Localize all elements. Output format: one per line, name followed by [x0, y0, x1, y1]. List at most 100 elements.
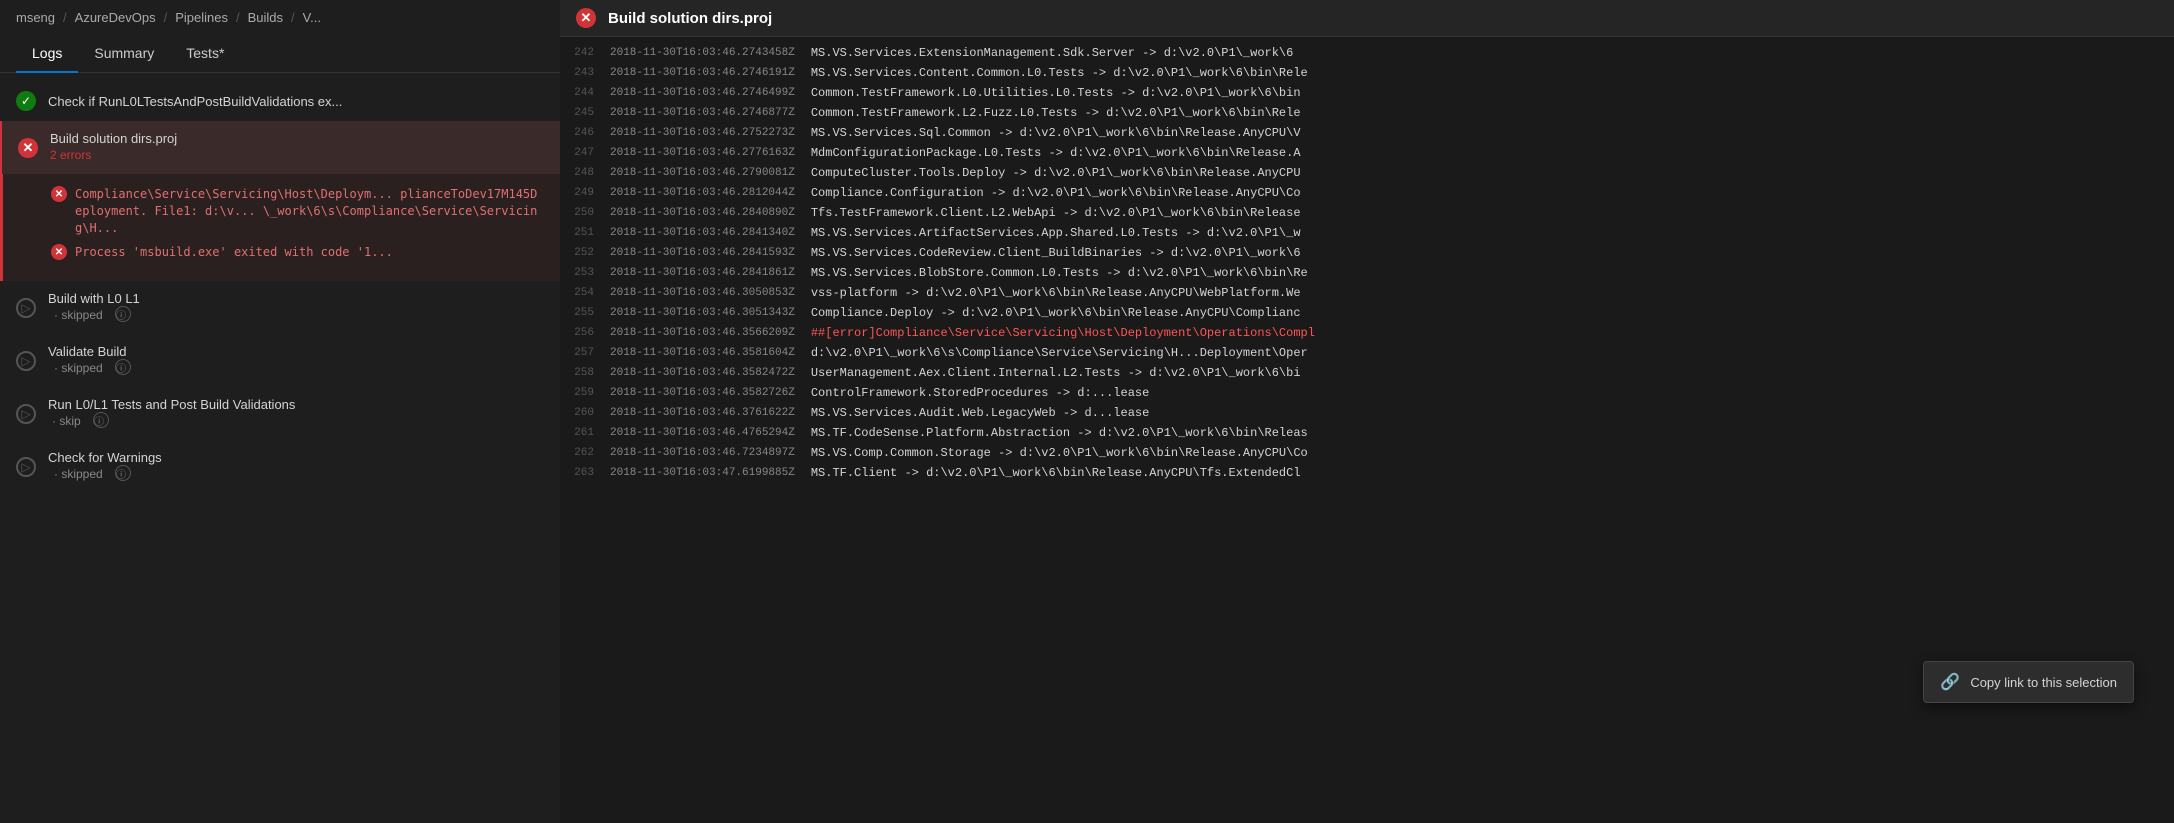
- log-row[interactable]: 2522018-11-30T16:03:46.2841593ZMS.VS.Ser…: [560, 245, 2174, 265]
- breadcrumb-mseng[interactable]: mseng: [16, 10, 55, 25]
- line-number: 244: [560, 86, 610, 99]
- log-text: UserManagement.Aex.Client.Internal.L2.Te…: [811, 366, 2174, 380]
- error-detail-2[interactable]: ✕ Process 'msbuild.exe' exited with code…: [51, 244, 544, 261]
- line-number: 263: [560, 466, 610, 479]
- log-content[interactable]: 2422018-11-30T16:03:46.2743458ZMS.VS.Ser…: [560, 37, 2174, 823]
- line-number: 257: [560, 346, 610, 359]
- line-number: 262: [560, 446, 610, 459]
- step-name: Build solution dirs.proj: [50, 131, 544, 146]
- log-row[interactable]: 2432018-11-30T16:03:46.2746191Z MS.VS.Ser…: [560, 65, 2174, 85]
- log-timestamp: 2018-11-30T16:03:47.6199885Z: [610, 466, 795, 479]
- log-row[interactable]: 2502018-11-30T16:03:46.2840890Z Tfs.TestF…: [560, 205, 2174, 225]
- log-timestamp: 2018-11-30T16:03:46.2746877Z: [610, 106, 795, 119]
- line-number: 250: [560, 206, 610, 219]
- copy-tooltip[interactable]: 🔗 Copy link to this selection: [1923, 661, 2134, 703]
- step-content: Check for Warnings · skipped ⓘ: [48, 450, 544, 483]
- step-error-count: 2 errors: [50, 148, 91, 162]
- step-check-warnings[interactable]: ▷ Check for Warnings · skipped ⓘ: [0, 440, 560, 493]
- log-text: MS.VS.Services.ExtensionManagement.Sdk.S…: [811, 46, 2174, 60]
- info-icon[interactable]: ⓘ: [115, 359, 131, 375]
- log-text: ControlFramework.StoredProcedures -> d:.…: [811, 386, 2174, 400]
- log-row[interactable]: 2422018-11-30T16:03:46.2743458ZMS.VS.Ser…: [560, 45, 2174, 65]
- left-panel: mseng / AzureDevOps / Pipelines / Builds…: [0, 0, 560, 823]
- step-run-l0[interactable]: ▷ Run L0/L1 Tests and Post Build Validat…: [0, 387, 560, 440]
- info-icon[interactable]: ⓘ: [115, 306, 131, 322]
- line-number: 247: [560, 146, 610, 159]
- line-number: 251: [560, 226, 610, 239]
- step-check-run[interactable]: ✓ Check if RunL0LTestsAndPostBuildValida…: [0, 81, 560, 121]
- info-icon[interactable]: ⓘ: [93, 412, 109, 428]
- breadcrumb-pipelines[interactable]: Pipelines: [175, 10, 228, 25]
- log-row[interactable]: 2622018-11-30T16:03:46.7234897ZMS.VS.Com…: [560, 445, 2174, 465]
- breadcrumb-builds[interactable]: Builds: [248, 10, 283, 25]
- info-icon[interactable]: ⓘ: [115, 465, 131, 481]
- log-timestamp: 2018-11-30T16:03:46.2776163Z: [610, 146, 795, 159]
- log-text: MS.VS.Services.BlobStore.Common.L0.Tests…: [811, 266, 2174, 280]
- log-row[interactable]: 2552018-11-30T16:03:46.3051343ZComplianc…: [560, 305, 2174, 325]
- log-text: Tfs.TestFramework.Client.L2.WebApi -> d:…: [811, 206, 2174, 220]
- breadcrumb-azuredevops[interactable]: AzureDevOps: [75, 10, 156, 25]
- log-row[interactable]: 2442018-11-30T16:03:46.2746499Z Common.Te…: [560, 85, 2174, 105]
- log-row[interactable]: 2572018-11-30T16:03:46.3581604Zd:\v2.0\P…: [560, 345, 2174, 365]
- log-text: MS.VS.Services.CodeReview.Client_BuildBi…: [811, 246, 2174, 260]
- log-timestamp: 2018-11-30T16:03:46.2746191Z: [610, 66, 795, 79]
- log-row[interactable]: 2532018-11-30T16:03:46.2841861ZMS.VS.Ser…: [560, 265, 2174, 285]
- log-row[interactable]: 2582018-11-30T16:03:46.3582472ZUserManag…: [560, 365, 2174, 385]
- tab-tests[interactable]: Tests*: [170, 35, 240, 73]
- tab-summary[interactable]: Summary: [78, 35, 170, 73]
- log-row[interactable]: 2632018-11-30T16:03:47.6199885ZMS.TF.Cli…: [560, 465, 2174, 485]
- breadcrumb-v[interactable]: V...: [303, 10, 321, 25]
- pipeline-steps: ✓ Check if RunL0LTestsAndPostBuildValida…: [0, 73, 560, 823]
- log-row[interactable]: 2472018-11-30T16:03:46.2776163ZMdmConfig…: [560, 145, 2174, 165]
- log-row[interactable]: 2462018-11-30T16:03:46.2752273ZMS.VS.Ser…: [560, 125, 2174, 145]
- log-text: Compliance.Configuration -> d:\v2.0\P1\_…: [811, 186, 2174, 200]
- line-number: 252: [560, 246, 610, 259]
- log-timestamp: 2018-11-30T16:03:46.2812044Z: [610, 186, 795, 199]
- step-name: Check if RunL0LTestsAndPostBuildValidati…: [48, 94, 544, 109]
- log-timestamp: 2018-11-30T16:03:46.3051343Z: [610, 306, 795, 319]
- line-number: 260: [560, 406, 610, 419]
- error-detail-1[interactable]: ✕ Compliance\Service\Servicing\Host\Depl…: [51, 186, 544, 236]
- log-row[interactable]: 2512018-11-30T16:03:46.2841340ZMS.VS.Ser…: [560, 225, 2174, 245]
- log-row[interactable]: 2612018-11-30T16:03:46.4765294ZMS.TF.Cod…: [560, 425, 2174, 445]
- step-build-dirs[interactable]: ✕ Build solution dirs.proj 2 errors: [0, 121, 560, 174]
- step-skip-icon: ▷: [16, 404, 36, 424]
- log-timestamp: 2018-11-30T16:03:46.3761622Z: [610, 406, 795, 419]
- step-status: skipped: [61, 308, 102, 322]
- step-name: Run L0/L1 Tests and Post Build Validatio…: [48, 397, 544, 412]
- breadcrumb-sep-3: /: [236, 10, 240, 25]
- error-details-block: ✕ Compliance\Service\Servicing\Host\Depl…: [0, 174, 560, 281]
- line-number: 246: [560, 126, 610, 139]
- copy-tooltip-label[interactable]: Copy link to this selection: [1970, 675, 2117, 690]
- log-text: MS.TF.CodeSense.Platform.Abstraction -> …: [811, 426, 2174, 440]
- log-text: MS.VS.Services.Content.Common.L0.Tests -…: [811, 66, 2174, 80]
- log-title: Build solution dirs.proj: [608, 10, 772, 27]
- breadcrumb-sep-1: /: [63, 10, 67, 25]
- log-timestamp: 2018-11-30T16:03:46.2840890Z: [610, 206, 795, 219]
- breadcrumb-sep-4: /: [291, 10, 295, 25]
- error-detail-text-1: Compliance\Service\Servicing\Host\Deploy…: [75, 186, 544, 236]
- log-text: Common.TestFramework.L0.Utilities.L0.Tes…: [811, 86, 2174, 100]
- log-row[interactable]: 2542018-11-30T16:03:46.3050853Zvss-platf…: [560, 285, 2174, 305]
- log-row[interactable]: 2592018-11-30T16:03:46.3582726ZControlFr…: [560, 385, 2174, 405]
- tab-logs[interactable]: Logs: [16, 35, 78, 73]
- log-timestamp: 2018-11-30T16:03:46.2746499Z: [610, 86, 795, 99]
- line-number: 242: [560, 46, 610, 59]
- line-number: 243: [560, 66, 610, 79]
- log-row[interactable]: 2482018-11-30T16:03:46.2790081ZComputeCl…: [560, 165, 2174, 185]
- line-number: 245: [560, 106, 610, 119]
- step-content: Check if RunL0LTestsAndPostBuildValidati…: [48, 94, 544, 109]
- log-text: ComputeCluster.Tools.Deploy -> d:\v2.0\P…: [811, 166, 2174, 180]
- step-content: Build with L0 L1 · skipped ⓘ: [48, 291, 544, 324]
- log-row[interactable]: 2452018-11-30T16:03:46.2746877ZCommon.Te…: [560, 105, 2174, 125]
- line-number: 261: [560, 426, 610, 439]
- log-timestamp: 2018-11-30T16:03:46.2752273Z: [610, 126, 795, 139]
- log-text: MS.VS.Comp.Common.Storage -> d:\v2.0\P1\…: [811, 446, 2174, 460]
- step-build-l0-l1[interactable]: ▷ Build with L0 L1 · skipped ⓘ: [0, 281, 560, 334]
- line-number: 255: [560, 306, 610, 319]
- log-row[interactable]: 2562018-11-30T16:03:46.3566209Z##[error]…: [560, 325, 2174, 345]
- log-row[interactable]: 2602018-11-30T16:03:46.3761622ZMS.VS.Ser…: [560, 405, 2174, 425]
- log-row[interactable]: 2492018-11-30T16:03:46.2812044ZComplianc…: [560, 185, 2174, 205]
- step-validate-build[interactable]: ▷ Validate Build · skipped ⓘ: [0, 334, 560, 387]
- line-number: 259: [560, 386, 610, 399]
